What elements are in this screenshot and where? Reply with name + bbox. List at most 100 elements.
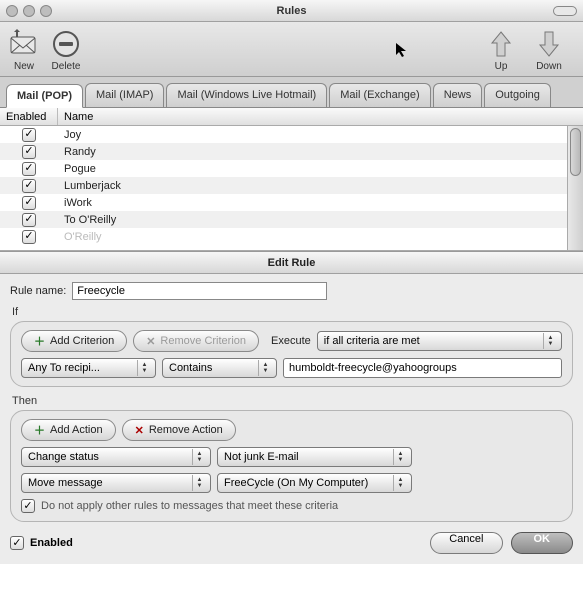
tab-mail-hotmail[interactable]: Mail (Windows Live Hotmail) (166, 83, 327, 107)
minimize-window-button[interactable] (23, 5, 35, 17)
action-value-text: FreeCycle (On My Computer) (224, 477, 368, 489)
plus-icon: ＋ (34, 422, 45, 438)
table-row[interactable]: ✓ Joy (0, 126, 583, 143)
stop-rules-checkbox[interactable]: ✓ (21, 499, 35, 513)
rule-enabled-checkbox[interactable]: ✓ (22, 179, 36, 193)
chevron-updown-icon: ▲▼ (258, 360, 272, 376)
remove-action-button[interactable]: ✕ Remove Action (122, 419, 236, 441)
chevron-updown-icon: ▲▼ (192, 449, 206, 465)
table-row[interactable]: ✓ Pogue (0, 160, 583, 177)
scrollbar-thumb[interactable] (570, 128, 581, 176)
delete-rule-button[interactable]: Delete (50, 28, 82, 72)
tab-outgoing[interactable]: Outgoing (484, 83, 551, 107)
new-label: New (14, 61, 34, 72)
rule-enabled-checkbox[interactable]: ✓ (22, 213, 36, 227)
add-criterion-label: Add Criterion (50, 335, 114, 347)
rule-name-cell: Randy (58, 146, 96, 158)
rule-name-label: Rule name: (10, 285, 66, 297)
titlebar: Rules (0, 0, 583, 22)
table-row[interactable]: ✓To O'Reilly (0, 211, 583, 228)
tab-mail-imap[interactable]: Mail (IMAP) (85, 83, 164, 107)
plus-icon: ＋ (34, 333, 45, 349)
up-label: Up (495, 61, 508, 72)
move-up-button[interactable]: Up (485, 28, 517, 72)
down-label: Down (536, 61, 562, 72)
action-value-text: Not junk E-mail (224, 451, 299, 463)
chevron-updown-icon: ▲▼ (393, 475, 407, 491)
then-group: ＋ Add Action ✕ Remove Action Change stat… (10, 410, 573, 522)
action-verb-value: Change status (28, 451, 99, 463)
rules-window: Rules New (0, 0, 583, 251)
new-mail-icon (8, 28, 40, 60)
rule-enabled-checkbox[interactable]: ✓ (22, 162, 36, 176)
zoom-window-button[interactable] (40, 5, 52, 17)
rule-name-cell: Joy (58, 129, 81, 141)
if-group: ＋ Add Criterion ✕ Remove Criterion Execu… (10, 321, 573, 387)
criterion-value-text: humboldt-freecycle@yahoogroups (289, 362, 457, 374)
x-icon: ✕ (135, 424, 144, 437)
tab-mail-pop[interactable]: Mail (POP) (6, 84, 83, 108)
window-controls (6, 5, 52, 17)
edit-rule-dialog: Edit Rule Rule name: If ＋ Add Criterion … (0, 251, 583, 564)
then-section-label: Then (12, 395, 573, 407)
col-name[interactable]: Name (58, 111, 583, 123)
tab-news[interactable]: News (433, 83, 483, 107)
ok-button[interactable]: OK (511, 532, 574, 554)
add-criterion-button[interactable]: ＋ Add Criterion (21, 330, 127, 352)
action-verb-select[interactable]: Change status ▲▼ (21, 447, 211, 467)
dialog-title: Edit Rule (0, 252, 583, 274)
rule-name-cell: O'Reilly (58, 231, 102, 243)
delete-icon (50, 28, 82, 60)
delete-label: Delete (52, 61, 81, 72)
chevron-updown-icon: ▲▼ (543, 333, 557, 349)
scrollbar[interactable] (567, 126, 583, 250)
table-row[interactable]: ✓ Randy (0, 143, 583, 160)
action-value-select[interactable]: Not junk E-mail ▲▼ (217, 447, 412, 467)
arrow-down-icon (533, 28, 565, 60)
remove-criterion-button[interactable]: ✕ Remove Criterion (133, 330, 259, 352)
table-row[interactable]: ✓ O'Reilly (0, 228, 583, 245)
col-enabled[interactable]: Enabled (0, 108, 58, 125)
criterion-value-input[interactable]: humboldt-freecycle@yahoogroups (283, 358, 562, 378)
rule-enabled-checkbox[interactable]: ✓ (22, 145, 36, 159)
criterion-op-value: Contains (169, 362, 212, 374)
action-verb-select[interactable]: Move message ▲▼ (21, 473, 211, 493)
window-title: Rules (0, 5, 583, 17)
arrow-up-icon (485, 28, 517, 60)
execute-select[interactable]: if all criteria are met ▲▼ (317, 331, 562, 351)
close-window-button[interactable] (6, 5, 18, 17)
enabled-label: Enabled (30, 537, 73, 549)
toolbar: New Delete Up (0, 22, 583, 77)
add-action-button[interactable]: ＋ Add Action (21, 419, 116, 441)
chevron-updown-icon: ▲▼ (192, 475, 206, 491)
action-verb-value: Move message (28, 477, 103, 489)
account-tabs: Mail (POP) Mail (IMAP) Mail (Windows Liv… (0, 77, 583, 108)
criterion-field-select[interactable]: Any To recipi... ▲▼ (21, 358, 156, 378)
rule-enabled-checkbox[interactable]: ✓ (22, 128, 36, 142)
chevron-updown-icon: ▲▼ (393, 449, 407, 465)
criterion-op-select[interactable]: Contains ▲▼ (162, 358, 277, 378)
rules-list: ✓ Joy ✓ Randy ✓ Pogue ✓Lumberjack✓iWork✓To O'R… (0, 126, 583, 251)
rules-table-header: Enabled Name (0, 108, 583, 126)
rule-name-cell: Pogue (58, 163, 96, 175)
execute-value: if all criteria are met (324, 335, 420, 347)
rule-name-input[interactable] (72, 282, 327, 300)
execute-label: Execute (271, 335, 311, 347)
rule-enabled-checkbox[interactable]: ✓ (22, 196, 36, 210)
new-rule-button[interactable]: New (8, 28, 40, 72)
action-value-select[interactable]: FreeCycle (On My Computer) ▲▼ (217, 473, 412, 493)
tab-mail-exchange[interactable]: Mail (Exchange) (329, 83, 430, 107)
remove-criterion-label: Remove Criterion (160, 335, 246, 347)
cursor-icon (395, 42, 409, 58)
table-row[interactable]: ✓iWork (0, 194, 583, 211)
cancel-button[interactable]: Cancel (430, 532, 502, 554)
criterion-field-value: Any To recipi... (28, 362, 100, 374)
x-icon: ✕ (146, 335, 155, 348)
toolbar-toggle-pill[interactable] (553, 6, 577, 16)
table-row[interactable]: ✓Lumberjack (0, 177, 583, 194)
rule-enabled-checkbox[interactable]: ✓ (22, 230, 36, 244)
remove-action-label: Remove Action (149, 424, 223, 436)
chevron-updown-icon: ▲▼ (137, 360, 151, 376)
move-down-button[interactable]: Down (533, 28, 565, 72)
enabled-checkbox[interactable]: ✓ (10, 536, 24, 550)
